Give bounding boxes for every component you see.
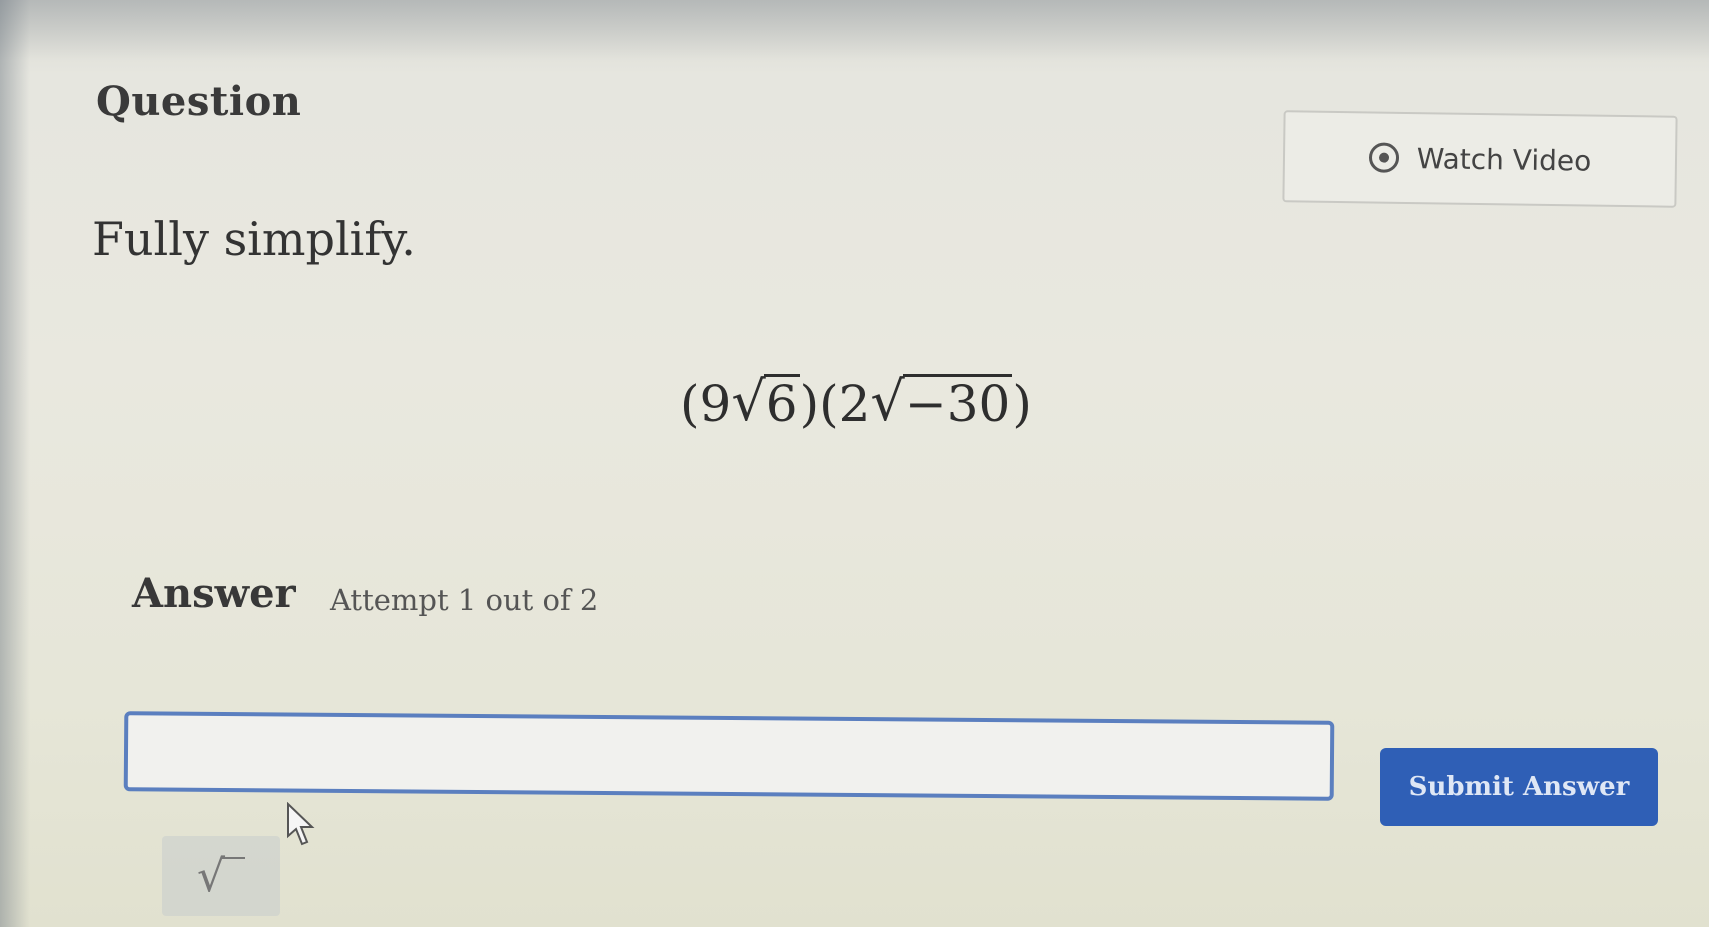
mouse-cursor-icon: [287, 802, 315, 846]
paren-open-2: (: [819, 375, 839, 433]
paren-open-1: (: [680, 375, 700, 433]
radical-2: √ −30: [870, 370, 1013, 433]
watch-video-label: Watch Video: [1416, 141, 1592, 178]
answer-input[interactable]: [123, 711, 1335, 801]
coefficient-2: 2: [838, 375, 871, 433]
attempt-counter: Attempt 1 out of 2: [330, 583, 599, 617]
question-prompt: Fully simplify.: [92, 212, 416, 266]
question-title: Question: [96, 78, 302, 125]
submit-answer-button[interactable]: Submit Answer: [1380, 748, 1658, 826]
sqrt-tool-button[interactable]: √: [162, 836, 280, 916]
radical-sign-icon: √: [731, 370, 766, 433]
sqrt-bar: [221, 857, 246, 889]
radicand-2: −30: [902, 374, 1013, 433]
watch-video-button[interactable]: Watch Video: [1282, 110, 1678, 208]
radical-sign-icon: √: [870, 370, 905, 433]
play-circle-icon: [1368, 142, 1399, 173]
answer-label: Answer: [132, 570, 296, 617]
screen-top-shade: [0, 0, 1709, 60]
radicand-1: 6: [763, 374, 800, 433]
screen-left-shade: [0, 0, 30, 927]
coefficient-1: 9: [699, 375, 732, 433]
math-expression: ( 9 √ 6 ) ( 2 √ −30 ): [680, 370, 1032, 433]
paren-close-2: ): [1012, 375, 1032, 433]
radical-1: √ 6: [731, 370, 800, 433]
paren-close-1: ): [799, 375, 820, 433]
